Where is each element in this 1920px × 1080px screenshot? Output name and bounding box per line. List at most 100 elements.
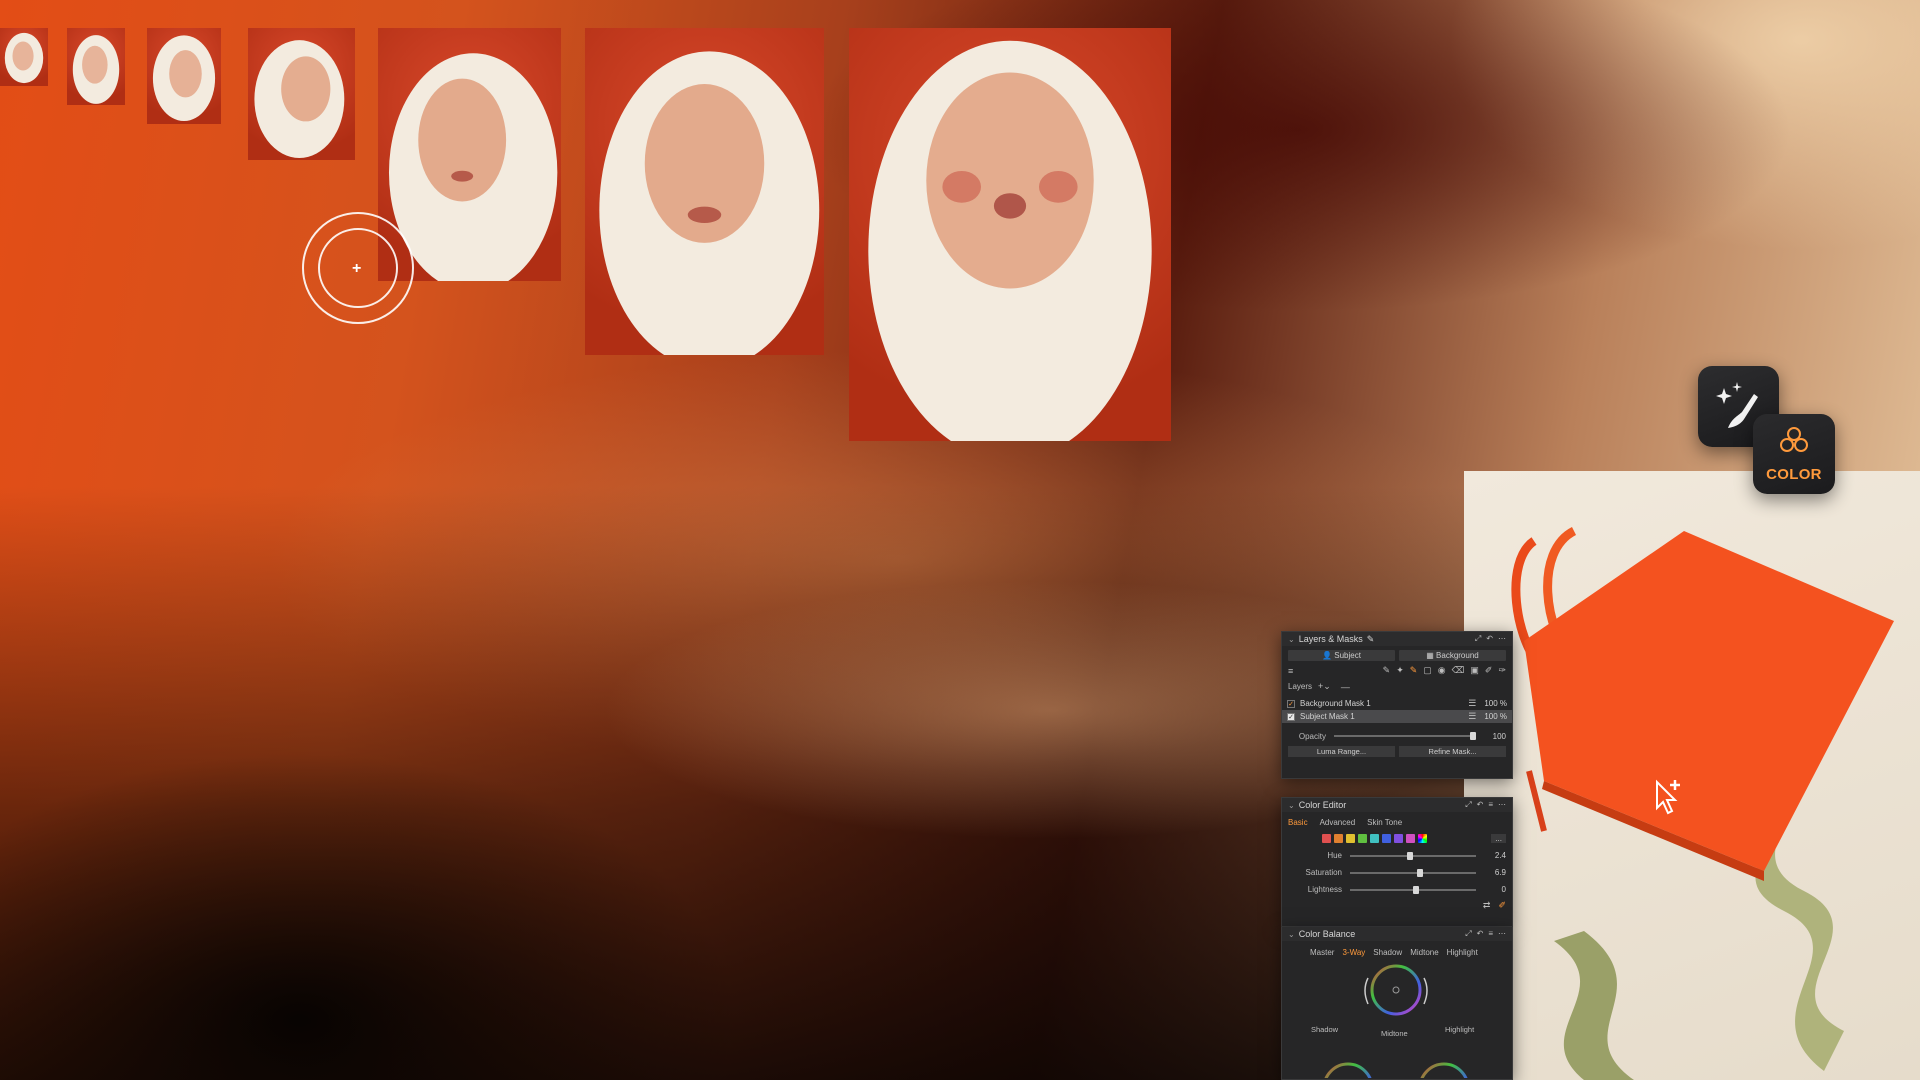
more-icon[interactable]: ⋯ <box>1498 634 1506 644</box>
more-icon[interactable]: ⋯ <box>1498 929 1506 939</box>
magic-wand-icon[interactable]: ✦ <box>1396 665 1404 676</box>
brush-icon[interactable]: ✎ <box>1383 665 1391 676</box>
layer-list: ✓ Background Mask 1 ☰ 100 % ✓ Subject Ma… <box>1282 697 1512 723</box>
portrait-thumb-2[interactable] <box>67 28 125 105</box>
color-editor-header[interactable]: ⌄ Color Editor ⤢ ↶ ≡ ⋯ <box>1282 798 1512 812</box>
midtone-wheel-label: Midtone <box>1381 1029 1408 1038</box>
presets-icon[interactable]: ≡ <box>1488 929 1493 939</box>
swatch-purple[interactable] <box>1394 833 1403 843</box>
add-layer-icon[interactable]: +⌄ <box>1318 681 1331 692</box>
subject-mask-button[interactable]: 👤 Subject <box>1288 650 1395 661</box>
layer-opacity: 100 % <box>1484 712 1507 721</box>
crosshair-target: + <box>302 212 414 324</box>
layer-opacity: 100 % <box>1484 699 1507 708</box>
opacity-slider[interactable] <box>1334 732 1476 740</box>
adjust-icon[interactable]: ☰ <box>1468 698 1476 709</box>
tab-skin-tone[interactable]: Skin Tone <box>1367 818 1402 827</box>
reset-icon[interactable]: ↶ <box>1486 634 1493 644</box>
color-balance-header[interactable]: ⌄ Color Balance ⤢ ↶ ≡ ⋯ <box>1282 927 1512 941</box>
color-app-icon[interactable]: COLOR <box>1753 414 1835 494</box>
chevron-down-icon[interactable]: ⌄ <box>1288 930 1295 939</box>
tab-advanced[interactable]: Advanced <box>1320 818 1356 827</box>
more-icon[interactable]: ⋯ <box>1498 800 1506 810</box>
layer-checkbox[interactable]: ✓ <box>1287 712 1295 721</box>
shadow-wheel-label: Shadow <box>1311 1025 1339 1034</box>
pencil-icon: ✎ <box>1366 633 1375 644</box>
swatch-picker-icon[interactable] <box>1418 833 1427 843</box>
expand-icon[interactable]: ⤢ <box>1475 634 1481 644</box>
color-balance-title: Color Balance <box>1298 929 1356 939</box>
layer-name: Subject Mask 1 <box>1300 712 1355 721</box>
chevron-down-icon[interactable]: ⌄ <box>1288 801 1295 810</box>
layer-row-subject-mask[interactable]: ✓ Subject Mask 1 ☰ 100 % <box>1282 710 1512 723</box>
saturation-slider-knob[interactable] <box>1416 868 1423 877</box>
tab-master[interactable]: Master <box>1310 948 1334 957</box>
tab-shadow[interactable]: Shadow <box>1373 948 1402 957</box>
add-cursor-icon <box>1653 776 1685 818</box>
swatch-orange[interactable] <box>1334 833 1343 843</box>
color-editor-panel: ⌄ Color Editor ⤢ ↶ ≡ ⋯ Basic Advanced Sk… <box>1281 797 1513 927</box>
background-mask-button[interactable]: ▦ Background <box>1399 650 1506 661</box>
swatch-green[interactable] <box>1358 833 1367 843</box>
midtone-wheel[interactable] <box>1370 964 1422 1016</box>
hue-slider-knob[interactable] <box>1406 851 1413 860</box>
portrait-thumb-6[interactable] <box>585 28 824 355</box>
gradient-icon[interactable]: ▢ <box>1423 665 1432 676</box>
expand-icon[interactable]: ⤢ <box>1465 929 1471 939</box>
reset-icon[interactable]: ↶ <box>1477 929 1484 939</box>
refine-mask-button[interactable]: Refine Mask... <box>1399 746 1506 757</box>
layer-checkbox[interactable]: ✓ <box>1287 699 1295 708</box>
layers-masks-panel: ⌄ Layers & Masks ✎ ⤢ ↶ ⋯ 👤 Subject ▦ Bac… <box>1281 631 1513 779</box>
reset-icon[interactable]: ↶ <box>1477 800 1484 810</box>
saturation-value: 6.9 <box>1494 868 1506 877</box>
portrait-main[interactable] <box>849 28 1171 441</box>
presets-icon[interactable]: ≡ <box>1488 800 1493 810</box>
tab-3-way[interactable]: 3-Way <box>1342 948 1365 957</box>
radial-icon[interactable]: ◉ <box>1438 665 1446 676</box>
luma-range-button[interactable]: Luma Range... <box>1288 746 1395 757</box>
expand-icon[interactable]: ⤢ <box>1465 800 1471 810</box>
color-editor-title: Color Editor <box>1298 800 1347 810</box>
swatch-cyan[interactable] <box>1370 833 1379 843</box>
layers-masks-header[interactable]: ⌄ Layers & Masks ✎ ⤢ ↶ ⋯ <box>1282 632 1512 646</box>
color-wheels: Shadow Midtone Highlight <box>1282 958 1512 1078</box>
plus-icon: + <box>352 260 362 277</box>
portrait-thumb-1[interactable] <box>0 28 48 86</box>
opacity-label: Opacity <box>1298 731 1326 741</box>
picker-icon[interactable]: ✐ <box>1498 900 1506 911</box>
tab-midtone[interactable]: Midtone <box>1410 948 1438 957</box>
swatch-red[interactable] <box>1322 833 1331 843</box>
refine-icon[interactable]: ✑ <box>1498 665 1506 676</box>
more-colors-button[interactable]: ... <box>1491 833 1506 843</box>
portrait-thumb-4[interactable] <box>248 28 355 160</box>
list-icon[interactable]: ≡ <box>1288 666 1293 676</box>
hue-slider[interactable] <box>1350 851 1476 860</box>
remove-layer-icon[interactable]: — <box>1341 682 1350 692</box>
tab-basic[interactable]: Basic <box>1288 818 1308 827</box>
chevron-down-icon[interactable]: ⌄ <box>1288 635 1295 644</box>
portrait-thumb-3[interactable] <box>147 28 221 124</box>
opacity-slider-knob[interactable] <box>1470 732 1476 740</box>
color-app-label: COLOR <box>1766 466 1822 483</box>
product-image[interactable] <box>1464 471 1920 1080</box>
swatch-yellow[interactable] <box>1346 833 1355 843</box>
hue-value: 2.4 <box>1494 851 1506 860</box>
color-swatches: ... <box>1282 832 1512 844</box>
highlight-wheel-label: Highlight <box>1445 1025 1475 1034</box>
tab-highlight[interactable]: Highlight <box>1447 948 1478 957</box>
lightness-slider-knob[interactable] <box>1413 885 1419 894</box>
swatch-magenta[interactable] <box>1406 833 1415 843</box>
swatch-blue[interactable] <box>1382 833 1391 843</box>
pen-icon[interactable]: ✐ <box>1485 665 1493 676</box>
highlight-wheel[interactable] <box>1420 1062 1468 1078</box>
lightness-slider[interactable] <box>1350 885 1476 894</box>
swap-icon[interactable]: ⇄ <box>1483 900 1491 911</box>
adjust-icon[interactable]: ☰ <box>1468 711 1476 722</box>
saturation-label: Saturation <box>1305 868 1342 877</box>
color-brush-icon[interactable]: ✎ <box>1410 665 1418 676</box>
shadow-wheel[interactable] <box>1324 1062 1372 1078</box>
eraser-icon[interactable]: ⌫ <box>1452 665 1465 676</box>
saturation-slider[interactable] <box>1350 868 1476 877</box>
stamp-icon[interactable]: ▣ <box>1470 665 1479 676</box>
layer-row-background-mask[interactable]: ✓ Background Mask 1 ☰ 100 % <box>1282 697 1512 710</box>
